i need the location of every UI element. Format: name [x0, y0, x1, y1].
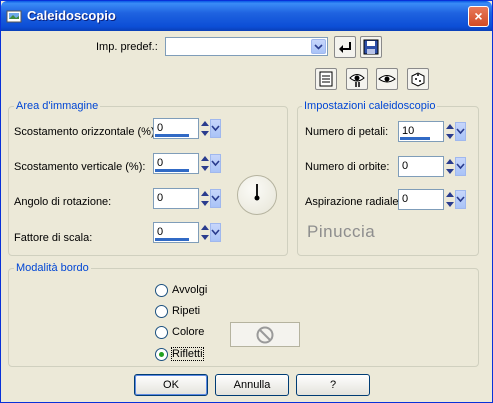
- spin-updown-icon[interactable]: [445, 122, 455, 141]
- rotation-angle-spinner[interactable]: 0: [153, 188, 221, 209]
- chevron-down-icon: [211, 195, 220, 202]
- rotation-angle-input[interactable]: 0: [153, 188, 199, 209]
- toggle-preview-button[interactable]: [346, 68, 368, 90]
- dialog-options-icon: [319, 71, 333, 87]
- randomize-button[interactable]: [407, 68, 429, 90]
- vertical-offset-spinner[interactable]: 0: [153, 153, 221, 174]
- orbits-spinner[interactable]: 0: [398, 156, 466, 177]
- rotation-angle-dropdown[interactable]: [210, 189, 221, 208]
- dial-needle-icon: [254, 184, 260, 201]
- radio-reflect[interactable]: [155, 348, 168, 361]
- eye-hand-icon: [349, 74, 365, 87]
- window-title: Caleidoscopio: [27, 8, 116, 23]
- close-icon: ×: [474, 8, 483, 24]
- radial-suction-label: Aspirazione radiale:: [305, 196, 402, 208]
- scale-factor-dropdown[interactable]: [210, 223, 221, 242]
- dice-icon: [411, 72, 425, 87]
- border-mode-title: Modalità bordo: [14, 262, 91, 274]
- petals-spinner[interactable]: 10: [398, 121, 466, 142]
- radio-repeat-label[interactable]: Ripeti: [172, 305, 200, 317]
- dialog-window: Caleidoscopio × Imp. predef.: Area d'imm…: [0, 0, 493, 403]
- preset-label: Imp. predef.:: [96, 41, 158, 53]
- preview-eye-button[interactable]: [376, 68, 398, 90]
- petals-label: Numero di petali:: [305, 126, 389, 138]
- spin-updown-icon[interactable]: [445, 190, 455, 209]
- rotation-angle-label: Angolo di rotazione:: [14, 196, 112, 208]
- horizontal-offset-dropdown[interactable]: [210, 119, 221, 138]
- horizontal-offset-spinner[interactable]: 0: [153, 118, 221, 139]
- dialog-options-button[interactable]: [315, 68, 337, 90]
- petals-input[interactable]: 10: [398, 121, 444, 142]
- vertical-offset-input[interactable]: 0: [153, 153, 199, 174]
- radial-suction-input[interactable]: 0: [398, 189, 444, 210]
- radio-color[interactable]: [155, 326, 168, 339]
- load-arrow-icon: [339, 42, 351, 53]
- ok-button[interactable]: OK: [134, 374, 208, 396]
- no-color-icon: [256, 326, 274, 344]
- vertical-offset-level-bar: [155, 169, 189, 172]
- radial-suction-spinner[interactable]: 0: [398, 189, 466, 210]
- petals-level-bar: [400, 137, 430, 140]
- kaleidoscope-settings-title: Impostazioni caleidoscopio: [302, 100, 438, 112]
- spin-updown-icon[interactable]: [200, 154, 210, 173]
- radio-repeat[interactable]: [155, 305, 168, 318]
- app-icon: [6, 10, 22, 23]
- spin-updown-icon[interactable]: [200, 119, 210, 138]
- scale-factor-spinner[interactable]: 0: [153, 222, 221, 243]
- border-mode-group: [8, 268, 479, 367]
- border-color-swatch[interactable]: [230, 322, 300, 347]
- orbits-input[interactable]: 0: [398, 156, 444, 177]
- spin-updown-icon[interactable]: [200, 223, 210, 242]
- spin-updown-icon[interactable]: [200, 189, 210, 208]
- orbits-label: Numero di orbite:: [305, 161, 390, 173]
- chevron-down-icon: [456, 196, 465, 203]
- preset-select[interactable]: [165, 37, 328, 56]
- scale-factor-input[interactable]: 0: [153, 222, 199, 243]
- radio-wrap[interactable]: [155, 284, 168, 297]
- rotation-dial[interactable]: [237, 175, 277, 215]
- preset-dropdown-button[interactable]: [311, 39, 326, 54]
- horizontal-offset-input[interactable]: 0: [153, 118, 199, 139]
- petals-dropdown[interactable]: [455, 122, 466, 141]
- vertical-offset-dropdown[interactable]: [210, 154, 221, 173]
- radio-selected-dot: [159, 352, 164, 357]
- preset-save-button[interactable]: [360, 36, 382, 58]
- horizontal-offset-label: Scostamento orizzontale (%):: [14, 126, 158, 138]
- chevron-down-icon: [211, 125, 220, 132]
- orbits-dropdown[interactable]: [455, 157, 466, 176]
- chevron-down-icon: [211, 160, 220, 167]
- title-bar[interactable]: Caleidoscopio ×: [1, 1, 492, 31]
- radio-wrap-label[interactable]: Avvolgi: [172, 284, 207, 296]
- scale-factor-label: Fattore di scala:: [14, 232, 93, 244]
- chevron-down-icon: [456, 163, 465, 170]
- chevron-down-icon: [211, 229, 220, 236]
- preset-load-button[interactable]: [334, 36, 356, 58]
- close-button[interactable]: ×: [468, 6, 489, 27]
- image-area-title: Area d'immagine: [14, 100, 101, 112]
- radio-reflect-label[interactable]: Rifletti: [171, 347, 204, 361]
- scale-factor-level-bar: [155, 238, 189, 241]
- chevron-down-icon: [456, 128, 465, 135]
- radial-suction-dropdown[interactable]: [455, 190, 466, 209]
- eye-icon: [378, 75, 396, 83]
- save-disk-icon: [363, 39, 379, 55]
- watermark-text: Pinuccia: [307, 222, 376, 241]
- horizontal-offset-level-bar: [155, 134, 189, 137]
- chevron-down-icon: [314, 44, 323, 50]
- help-button[interactable]: ?: [296, 374, 370, 396]
- radio-color-label[interactable]: Colore: [172, 326, 204, 338]
- vertical-offset-label: Scostamento verticale (%):: [14, 161, 146, 173]
- spin-updown-icon[interactable]: [445, 157, 455, 176]
- cancel-button[interactable]: Annulla: [215, 374, 289, 396]
